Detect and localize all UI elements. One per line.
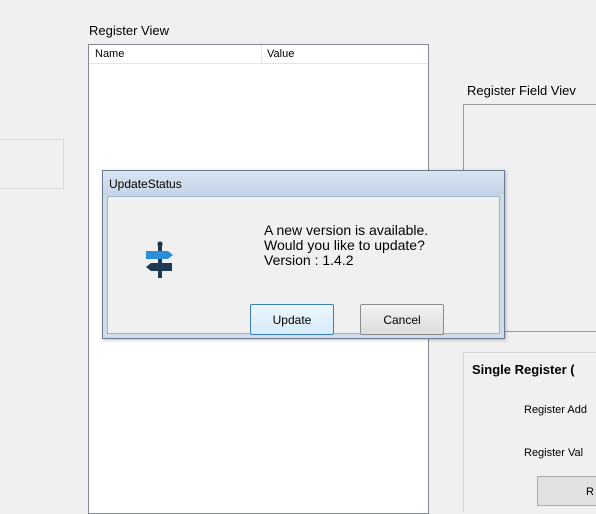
single-register-read-button[interactable]: R <box>537 476 596 506</box>
dialog-titlebar[interactable]: UpdateStatus <box>103 171 504 195</box>
column-separator[interactable] <box>261 45 262 63</box>
register-value-label: Register Val <box>524 447 584 459</box>
single-register-title: Single Register ( <box>472 362 575 377</box>
single-register-read-label: R <box>586 486 594 498</box>
message-line-1: A new version is available. <box>264 222 429 238</box>
update-status-dialog: UpdateStatus A new version is available.… <box>102 170 505 339</box>
dialog-body: A new version is available. Would you li… <box>107 196 500 335</box>
register-field-view-title: Register Field Viev <box>467 83 576 98</box>
message-version: Version : 1.4.2 <box>264 252 354 268</box>
left-panel-stub <box>0 139 64 189</box>
column-header-value[interactable]: Value <box>267 48 294 60</box>
update-button[interactable]: Update <box>250 304 334 335</box>
cancel-button[interactable]: Cancel <box>360 304 444 335</box>
signpost-icon <box>142 240 178 280</box>
register-list-header: Name Value <box>89 45 428 64</box>
column-header-name[interactable]: Name <box>95 48 124 60</box>
message-line-2: Would you like to update? <box>264 237 425 253</box>
register-address-label: Register Add <box>524 404 587 416</box>
dialog-title: UpdateStatus <box>109 177 182 191</box>
register-view-title: Register View <box>89 23 169 38</box>
